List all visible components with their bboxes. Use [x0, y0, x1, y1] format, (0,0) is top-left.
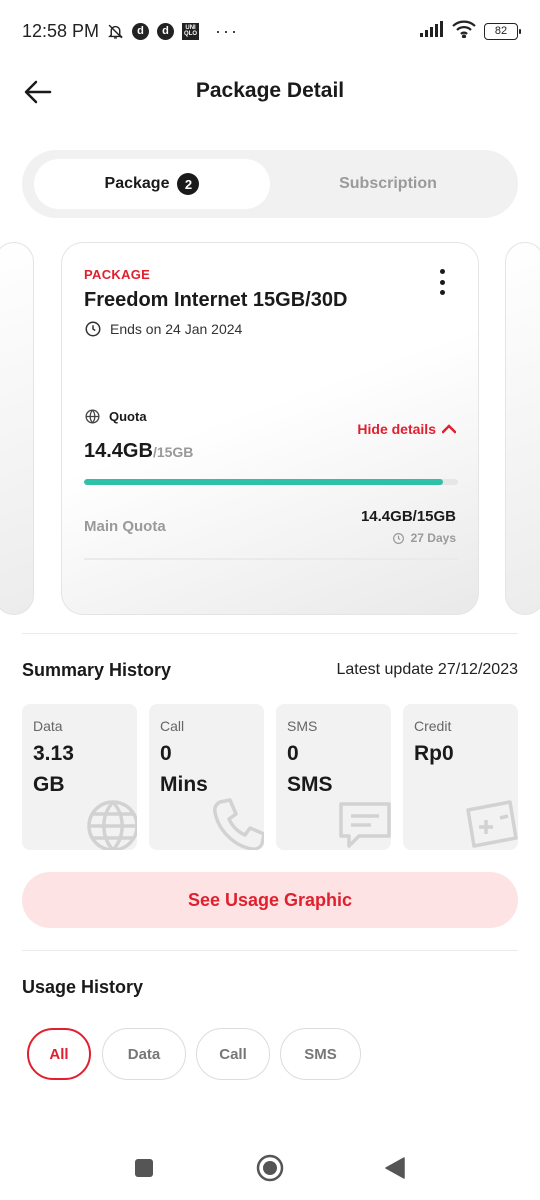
filter-chip-all[interactable]: All — [27, 1028, 91, 1080]
package-name: Freedom Internet 15GB/30D — [84, 289, 348, 311]
summary-card-value-line1: 0 — [287, 742, 299, 765]
next-package-card[interactable] — [505, 242, 540, 615]
summary-card-value-line2: Mins — [160, 773, 208, 796]
square-icon — [135, 1159, 153, 1177]
quota-label-text: Quota — [109, 409, 147, 424]
home-circle-icon — [256, 1154, 284, 1182]
summary-card-label: Credit — [414, 718, 452, 734]
summary-card-label: Call — [160, 718, 185, 734]
home-button[interactable] — [256, 1154, 284, 1187]
summary-card-value-line1: 3.13 — [33, 742, 74, 765]
status-right: 82 — [420, 20, 521, 43]
section-divider — [22, 950, 518, 951]
phone-icon — [213, 798, 264, 850]
globe-icon — [85, 409, 100, 424]
quota-used: 14.4GB — [84, 440, 153, 462]
signal-icon — [420, 20, 444, 42]
summary-card-value-line1: Rp0 — [414, 742, 454, 765]
notif-d-icon-2: d — [157, 22, 175, 40]
package-card: PACKAGE Freedom Internet 15GB/30D Ends o… — [61, 242, 479, 615]
days-remaining: 27 Days — [392, 531, 456, 545]
usage-history-title: Usage History — [22, 977, 144, 997]
summary-card-value-line2: GB — [33, 773, 65, 796]
quota-progress-bar — [84, 479, 458, 485]
summary-card-value-line2: SMS — [287, 773, 333, 796]
chat-icon — [339, 802, 391, 848]
main-quota-label: Main Quota — [84, 518, 166, 535]
see-usage-graphic-button[interactable]: See Usage Graphic — [22, 872, 518, 928]
summary-card-value: 0 SMS — [287, 738, 333, 800]
previous-package-card[interactable] — [0, 242, 34, 615]
package-expiry-text: Ends on 24 Jan 2024 — [110, 321, 243, 337]
back-button[interactable] — [22, 76, 54, 108]
recent-apps-button[interactable] — [134, 1158, 154, 1183]
more-notifications-icon: ··· — [215, 20, 240, 41]
tab-package[interactable]: Package 2 — [34, 159, 270, 209]
filter-chip-call[interactable]: Call — [196, 1028, 270, 1080]
summary-card-sms[interactable]: SMS 0 SMS — [276, 704, 391, 850]
uniqlo-icon-bottom: QLO — [184, 31, 198, 37]
summary-card-value-line1: 0 — [160, 742, 172, 765]
more-options-icon[interactable] — [434, 269, 450, 295]
battery-icon: 82 — [484, 22, 521, 40]
card-divider — [84, 558, 458, 560]
summary-card-value: 0 Mins — [160, 738, 208, 800]
summary-card-call[interactable]: Call 0 Mins — [149, 704, 264, 850]
app-header: Package Detail — [0, 62, 540, 120]
uniqlo-icon: UNI QLO — [182, 22, 200, 40]
status-time: 12:58 PM — [22, 20, 100, 41]
notif-d-icon: d — [132, 22, 150, 40]
arrow-left-icon — [24, 80, 52, 104]
triangle-back-icon — [385, 1157, 405, 1179]
hide-details-label: Hide details — [357, 421, 436, 437]
credit-card-icon — [466, 800, 518, 848]
quota-label: Quota — [84, 408, 147, 425]
filter-chip-sms[interactable]: SMS — [280, 1028, 361, 1080]
segmented-tabs: Package 2 Subscription — [22, 150, 518, 218]
system-navigation-bar — [0, 1135, 540, 1200]
summary-card-label: SMS — [287, 718, 318, 734]
summary-card-credit[interactable]: Credit Rp0 — [403, 704, 518, 850]
package-label: PACKAGE — [84, 267, 151, 282]
package-expiry: Ends on 24 Jan 2024 — [84, 320, 242, 338]
clock-icon — [392, 532, 404, 544]
bell-off-icon — [107, 23, 124, 40]
tab-subscription-label: Subscription — [339, 175, 437, 192]
hide-details-button[interactable]: Hide details — [357, 421, 456, 437]
tab-package-label: Package — [104, 175, 170, 192]
status-bar: 12:58 PM d d UNI QLO ··· 82 — [0, 0, 540, 62]
summary-card-value: Rp0 — [414, 738, 454, 769]
page-title: Package Detail — [195, 79, 345, 102]
summary-card-value: 3.13 GB — [33, 738, 74, 800]
main-quota-value: 14.4GB/15GB — [360, 508, 456, 525]
quota-total: /15GB — [152, 444, 194, 460]
summary-card-data[interactable]: Data 3.13 GB — [22, 704, 137, 850]
filter-chip-data[interactable]: Data — [102, 1028, 186, 1080]
days-remaining-text: 27 Days — [410, 531, 456, 545]
summary-history-title: Summary History — [22, 660, 172, 680]
quota-progress-fill — [84, 479, 444, 485]
tab-subscription[interactable]: Subscription — [270, 159, 506, 209]
summary-card-label: Data — [33, 718, 63, 734]
wifi-icon — [452, 20, 476, 43]
back-nav-button[interactable] — [385, 1157, 405, 1184]
status-left: 12:58 PM d d UNI QLO ··· — [22, 21, 239, 42]
summary-latest-update: Latest update 27/12/2023 — [336, 661, 519, 678]
globe-icon — [87, 800, 137, 850]
clock-icon — [85, 321, 101, 337]
tab-package-badge: 2 — [177, 173, 200, 195]
chevron-up-icon — [442, 424, 456, 434]
section-divider — [22, 633, 518, 634]
quota-value: 14.4GB/15GB — [84, 440, 193, 463]
